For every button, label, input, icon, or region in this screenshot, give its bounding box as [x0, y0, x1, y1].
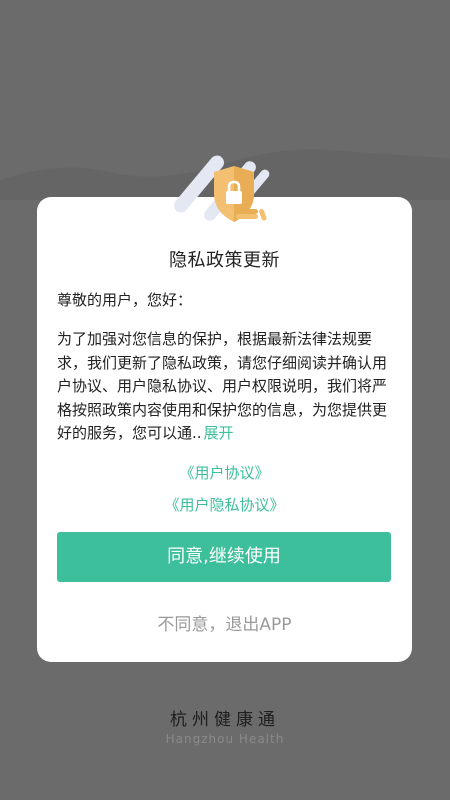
privacy-agreement-link[interactable]: 《用户隐私协议》: [37, 494, 412, 515]
expand-link[interactable]: 展开: [204, 424, 234, 442]
shield-lock-icon: [172, 154, 278, 236]
dialog-title: 隐私政策更新: [169, 250, 280, 271]
app-screen: 隐私政策更新 尊敬的用户，您好： 为了加强对您信息的保护，根据最新法律法规要求，…: [0, 0, 450, 800]
user-agreement-link[interactable]: 《用户协议》: [37, 462, 412, 483]
greeting-text: 尊敬的用户，您好：: [57, 291, 193, 309]
policy-body: 为了加强对您信息的保护，根据最新法律法规要求，我们更新了隐私政策，请您仔细阅读并…: [57, 328, 393, 446]
brand-name-cn: 杭州健康通: [170, 710, 280, 730]
brand-name-en: Hangzhou Health: [165, 732, 285, 746]
agree-continue-button[interactable]: 同意,继续使用: [57, 532, 391, 582]
disagree-exit-button[interactable]: 不同意，退出APP: [37, 610, 412, 635]
brand-footer: 杭州健康通 Hangzhou Health: [0, 705, 450, 746]
privacy-policy-dialog: 隐私政策更新 尊敬的用户，您好： 为了加强对您信息的保护，根据最新法律法规要求，…: [37, 197, 412, 662]
